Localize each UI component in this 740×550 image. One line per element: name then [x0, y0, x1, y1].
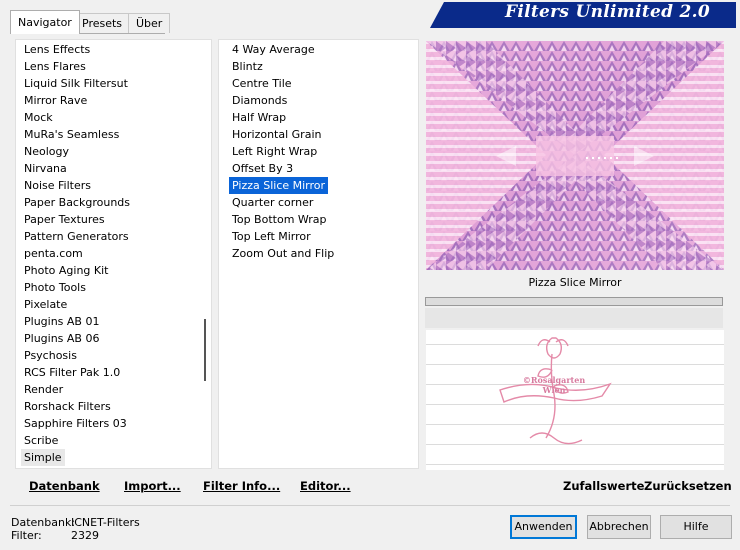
tab-navigator[interactable]: Navigator	[10, 10, 80, 34]
filter-item[interactable]: Centre Tile	[229, 75, 295, 92]
parameter-area: ©Rosalgarten Wien	[426, 330, 724, 470]
category-item[interactable]: Liquid Silk Filtersut	[21, 75, 131, 92]
filter-item[interactable]: 4 Way Average	[229, 41, 318, 58]
category-item[interactable]: Pixelate	[21, 296, 70, 313]
category-item[interactable]: Sapphire Filters 03	[21, 415, 130, 432]
filter-count-label: Filter:	[11, 529, 42, 542]
filter-count-value: 2329	[71, 529, 99, 542]
parameter-bar	[425, 297, 723, 306]
filter-item[interactable]: Pizza Slice Mirror	[229, 177, 329, 194]
database-label: Datenbank:	[11, 516, 76, 529]
category-item[interactable]: Noise Filters	[21, 177, 94, 194]
category-item[interactable]: Render	[21, 381, 66, 398]
app-title: Filters Unlimited 2.0	[505, 2, 710, 22]
category-item[interactable]: Photo Aging Kit	[21, 262, 111, 279]
watermark-subtext: Wien	[542, 385, 566, 395]
filter-item[interactable]: Left Right Wrap	[229, 143, 320, 160]
category-item[interactable]: Neology	[21, 143, 72, 160]
category-item[interactable]: Pattern Generators	[21, 228, 132, 245]
filter-info-button[interactable]: Filter Info...	[203, 479, 280, 493]
category-item[interactable]: MuRa's Seamless	[21, 126, 122, 143]
category-item[interactable]: Plugins AB 06	[21, 330, 102, 347]
filter-item[interactable]: Half Wrap	[229, 109, 289, 126]
category-item[interactable]: Scribe	[21, 432, 61, 449]
filter-item[interactable]: Top Left Mirror	[229, 228, 314, 245]
database-button[interactable]: Datenbank	[29, 479, 100, 493]
editor-button[interactable]: Editor...	[300, 479, 351, 493]
tab-presets[interactable]: Presets	[74, 13, 131, 33]
category-item[interactable]: Paper Textures	[21, 211, 108, 228]
category-item[interactable]: Simple	[21, 449, 65, 466]
category-item[interactable]: Lens Flares	[21, 58, 89, 75]
category-item[interactable]: Mock	[21, 109, 56, 126]
filter-item[interactable]: Offset By 3	[229, 160, 296, 177]
reset-button[interactable]: Zurücksetzen	[644, 479, 732, 493]
preview-label: Pizza Slice Mirror	[528, 276, 622, 289]
cancel-button[interactable]: Abbrechen	[587, 515, 651, 539]
import-button[interactable]: Import...	[124, 479, 181, 493]
category-item[interactable]: Lens Effects	[21, 41, 93, 58]
category-item[interactable]: Nirvana	[21, 160, 70, 177]
database-value: ICNET-Filters	[71, 516, 140, 529]
preview-image	[426, 41, 724, 270]
category-item[interactable]: Photo Tools	[21, 279, 89, 296]
filter-item[interactable]: Diamonds	[229, 92, 290, 109]
parameter-bar-secondary	[425, 308, 723, 328]
watermark-text: ©Rosalgarten	[522, 375, 586, 385]
filter-list[interactable]: 4 Way Average Blintz Centre Tile Diamonds Ha…	[218, 39, 419, 469]
category-list[interactable]: Lens Effects Lens Flares Liquid Silk Filte…	[15, 39, 212, 469]
filter-item[interactable]: Zoom Out and Flip	[229, 245, 337, 262]
category-scrollbar-thumb[interactable]	[204, 319, 206, 381]
category-item[interactable]: Plugins AB 01	[21, 313, 102, 330]
filter-item[interactable]: Top Bottom Wrap	[229, 211, 330, 228]
filter-item[interactable]: Blintz	[229, 58, 266, 75]
divider	[10, 505, 730, 506]
random-values-button[interactable]: Zufallswerte	[563, 479, 644, 493]
watermark-logo: ©Rosalgarten Wien	[494, 330, 614, 458]
filter-item[interactable]: Quarter corner	[229, 194, 316, 211]
apply-button[interactable]: Anwenden	[510, 515, 577, 539]
category-item[interactable]: RCS Filter Pak 1.0	[21, 364, 123, 381]
help-button[interactable]: Hilfe	[660, 515, 732, 539]
category-item[interactable]: Mirror Rave	[21, 92, 90, 109]
filter-item[interactable]: Horizontal Grain	[229, 126, 324, 143]
category-item[interactable]: Paper Backgrounds	[21, 194, 133, 211]
tab-ueber[interactable]: Über	[128, 13, 171, 33]
category-item[interactable]: Rorshack Filters	[21, 398, 114, 415]
category-item[interactable]: penta.com	[21, 245, 86, 262]
category-item[interactable]: Psychosis	[21, 347, 80, 364]
